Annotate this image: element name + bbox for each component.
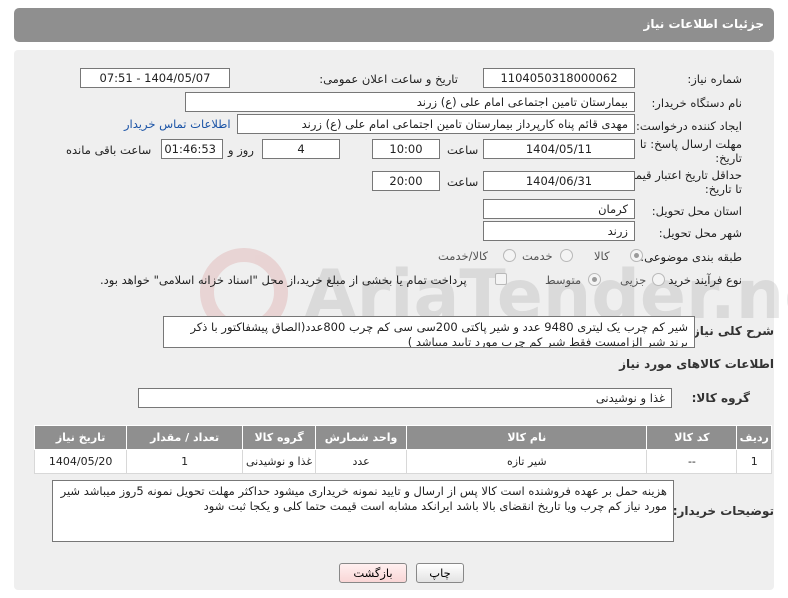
category-radio-service[interactable] (560, 249, 573, 262)
col-code: کد کالا (646, 425, 738, 450)
announce-date-field: 1404/05/07 - 07:51 (80, 68, 230, 88)
process-radio-medium[interactable] (588, 273, 601, 286)
process-label: نوع فرآیند خرید : (660, 273, 742, 287)
validity-date-field: 1404/06/31 (483, 171, 635, 191)
deadline-date-field: 1404/05/11 (483, 139, 635, 159)
validity-label-line2: تا تاریخ: (704, 182, 742, 196)
validity-label-line1: حداقل تاریخ اعتبار قیمت: (620, 168, 742, 182)
table-row: 1 -- شیر تازه عدد غذا و نوشیدنی 1 1404/0… (33, 449, 772, 474)
cell-group: غذا و نوشیدنی (242, 449, 316, 474)
city-label: شهر محل تحویل: (658, 226, 742, 240)
days-label: روز و (228, 143, 254, 157)
buyer-contact-link[interactable]: اطلاعات تماس خریدار (124, 117, 231, 131)
deadline-label-line2: تاریخ: (715, 151, 742, 165)
category-option-service: خدمت (522, 249, 553, 263)
cell-name: شیر تازه (406, 449, 648, 474)
validity-time-label: ساعت (447, 175, 479, 189)
col-row: ردیف (736, 425, 772, 450)
buyer-notes-field: هزینه حمل بر عهده فروشنده است کالا پس از… (52, 480, 674, 542)
category-radio-goods-service[interactable] (503, 249, 516, 262)
announce-date-label: تاریخ و ساعت اعلان عمومی: (319, 72, 458, 86)
deadline-label-line1: مهلت ارسال پاسخ: تا (639, 137, 742, 151)
watermark-logo: AriaTender.neT (200, 248, 788, 368)
requester-field: مهدی قائم پناه کارپرداز بیمارستان تامین … (237, 114, 635, 134)
cell-unit: عدد (314, 449, 408, 474)
remaining-time-field: 01:46:53 (161, 139, 223, 159)
print-button[interactable]: چاپ (416, 563, 464, 583)
category-label: طبقه بندی موضوعی: (640, 250, 742, 264)
back-button[interactable]: بازگشت (339, 563, 407, 583)
process-option-partial: جزیی (620, 273, 647, 287)
city-field: زرند (483, 221, 635, 241)
cell-code: -- (646, 449, 738, 474)
treasury-payment-checkbox[interactable] (495, 273, 507, 285)
province-label: استان محل تحویل: (651, 204, 742, 218)
deadline-time-field: 10:00 (372, 139, 440, 159)
col-need-date: تاریخ نیاز (33, 425, 128, 450)
buyer-notes-label: توضیحات خریدار: (672, 504, 774, 518)
buyer-org-label: نام دستگاه خریدار: (651, 96, 742, 110)
col-name: نام کالا (406, 425, 648, 450)
treasury-payment-note: پرداخت تمام یا بخشی از مبلغ خرید،از محل … (100, 273, 467, 287)
validity-time-field: 20:00 (372, 171, 440, 191)
col-unit: واحد شمارش (314, 425, 408, 450)
goods-group-label: گروه کالا: (691, 391, 750, 405)
cell-need-date: 1404/05/20 (33, 449, 128, 474)
remaining-label: ساعت باقی مانده (66, 143, 152, 157)
category-option-goods: کالا (594, 249, 610, 263)
cell-row: 1 (736, 449, 772, 474)
goods-table: ردیف کد کالا نام کالا واحد شمارش گروه کا… (33, 425, 772, 474)
description-field: شیر کم چرب یک لیتری 9480 عدد و شیر پاکتی… (163, 316, 695, 348)
process-radio-partial[interactable] (652, 273, 665, 286)
need-number-field: 1104050318000062 (483, 68, 635, 88)
days-remaining-field: 4 (262, 139, 340, 159)
goods-table-header: ردیف کد کالا نام کالا واحد شمارش گروه کا… (33, 425, 772, 450)
requester-label: ایجاد کننده درخواست: (636, 119, 742, 133)
description-label: شرح کلی نیاز: (688, 324, 774, 338)
category-option-goods-service: کالا/خدمت (438, 249, 489, 263)
buyer-org-field: بیمارستان تامین اجتماعی امام علی (ع) زرن… (185, 92, 635, 112)
need-number-label: شماره نیاز: (687, 72, 742, 86)
category-radio-goods[interactable] (630, 249, 643, 262)
province-field: کرمان (483, 199, 635, 219)
process-option-medium: متوسط (545, 273, 582, 287)
goods-group-field: غذا و نوشیدنی (138, 388, 672, 408)
col-group: گروه کالا (242, 425, 316, 450)
col-quantity: تعداد / مقدار (126, 425, 244, 450)
cell-quantity: 1 (126, 449, 244, 474)
deadline-time-label: ساعت (447, 143, 479, 157)
goods-section-title: اطلاعات کالاهای مورد نیاز (619, 357, 774, 371)
page-title: جزئیات اطلاعات نیاز (643, 17, 764, 31)
